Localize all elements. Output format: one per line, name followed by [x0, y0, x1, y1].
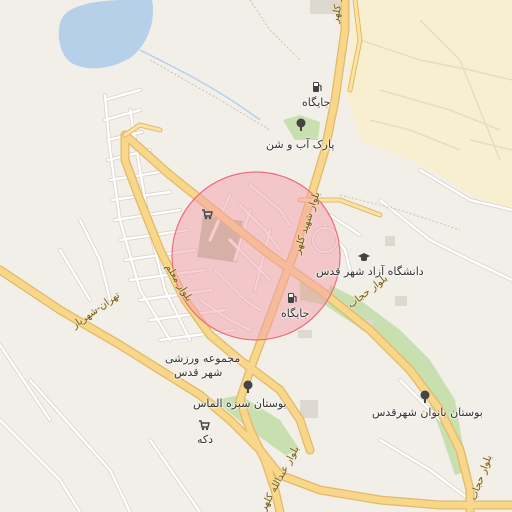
shop-cart-icon[interactable]	[200, 207, 214, 221]
tree-icon[interactable]	[294, 118, 308, 132]
park-ab-o-shen-label[interactable]: پارک آب و شن	[266, 138, 334, 151]
gas-station-center-label[interactable]: جایگاه	[281, 307, 309, 320]
azad-university-label[interactable]: دانشگاه آزاد شهر قدس	[316, 265, 424, 278]
sports-complex-label-line2[interactable]: شهر قدس	[174, 366, 222, 379]
shop-cart-icon[interactable]	[197, 418, 211, 432]
tree-icon[interactable]	[418, 390, 432, 404]
banovan-park-label[interactable]: بوستان بانوان شهرقدس	[372, 406, 483, 419]
fuel-icon[interactable]	[310, 80, 324, 94]
shop-label[interactable]: دکه	[197, 433, 213, 446]
map-view[interactable]: جایگاه پارک آب و شن دانشگاه آزاد شهر قدس…	[0, 0, 512, 512]
gas-station-north-label[interactable]: جایگاه	[302, 96, 330, 109]
sports-complex-label-line1[interactable]: مجموعه ورزشی	[165, 352, 240, 365]
tree-icon[interactable]	[241, 380, 255, 394]
graduation-cap-icon[interactable]	[357, 250, 371, 264]
map-base-layer	[0, 0, 512, 512]
sabz-almas-park-label[interactable]: بوستان سبزه الماس	[193, 397, 287, 410]
fuel-icon[interactable]	[285, 291, 299, 305]
